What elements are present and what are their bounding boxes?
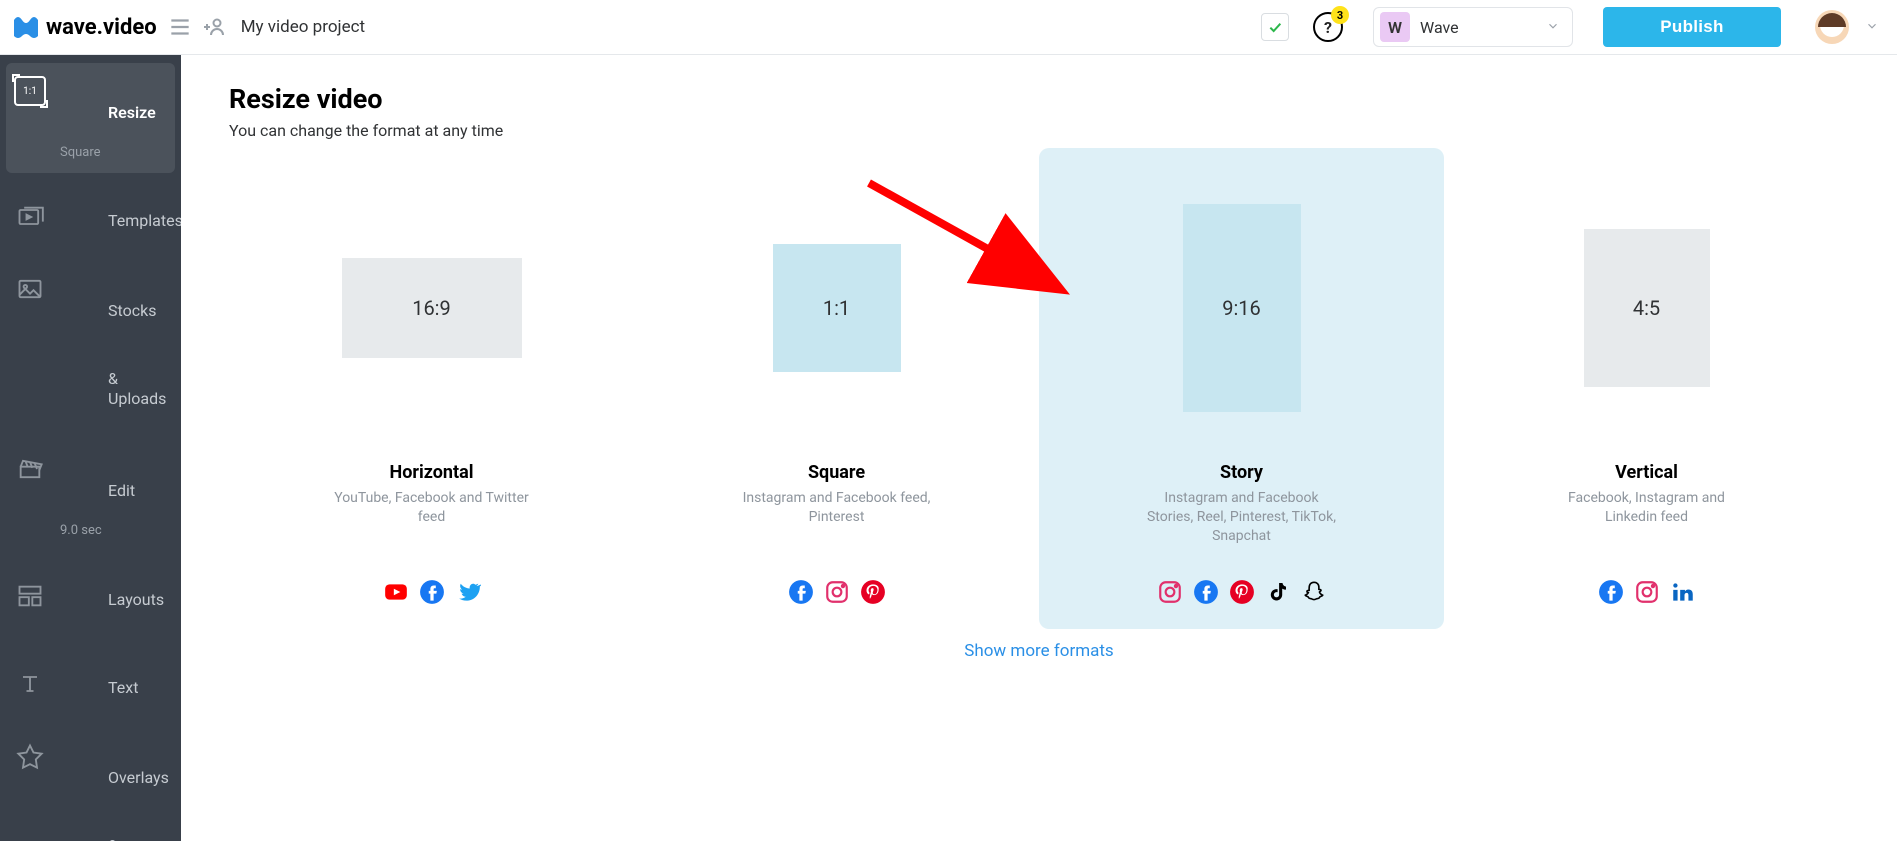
instagram-icon xyxy=(1157,579,1183,605)
sidebar-item-resize[interactable]: 1:1 Resize Square xyxy=(6,63,175,173)
help-notification-count: 3 xyxy=(1331,6,1349,24)
tiktok-icon xyxy=(1265,579,1291,605)
layouts-icon xyxy=(14,580,46,612)
sidebar-item-templates[interactable]: Templates xyxy=(0,173,181,261)
sidebar-item-label2: & Stickers xyxy=(60,808,181,841)
sidebar: 1:1 Resize Square Templates Stocks & Upl… xyxy=(0,55,181,841)
format-card-vertical[interactable]: 4:5 Vertical Facebook, Instagram and Lin… xyxy=(1444,148,1849,629)
chevron-down-icon xyxy=(1546,18,1560,37)
format-description: Instagram and Facebook Stories, Reel, Pi… xyxy=(1142,489,1342,543)
text-icon xyxy=(14,668,46,700)
social-icons xyxy=(1598,579,1696,605)
sidebar-item-sublabel: 9.0 sec xyxy=(60,523,181,539)
instagram-icon xyxy=(1634,579,1660,605)
sidebar-item-edit[interactable]: Edit 9.0 sec xyxy=(0,441,181,551)
page-subtitle: You can change the format at any time xyxy=(229,121,1849,140)
sidebar-item-label: Text xyxy=(60,650,181,718)
sidebar-item-label: Templates xyxy=(60,183,181,251)
format-description: Facebook, Instagram and Linkedin feed xyxy=(1547,489,1747,543)
format-title: Horizontal xyxy=(390,462,474,483)
page-title: Resize video xyxy=(229,83,1849,115)
app-header: wave.video My video project ? 3 W Wave P… xyxy=(0,0,1897,55)
sidebar-item-label: Edit xyxy=(60,453,181,521)
star-icon xyxy=(14,740,46,772)
templates-icon xyxy=(14,201,46,233)
sidebar-item-label: Stocks xyxy=(60,273,181,341)
format-description: Instagram and Facebook feed, Pinterest xyxy=(737,489,937,543)
format-card-square[interactable]: 1:1 Square Instagram and Facebook feed, … xyxy=(634,148,1039,629)
project-name[interactable]: My video project xyxy=(241,17,365,37)
format-card-horizontal[interactable]: 16:9 Horizontal YouTube, Facebook and Tw… xyxy=(229,148,634,629)
facebook-icon xyxy=(1598,579,1624,605)
sidebar-item-label: Layouts xyxy=(60,562,181,630)
show-more-formats[interactable]: Show more formats xyxy=(229,641,1849,661)
wave-logo-icon xyxy=(12,14,42,40)
sidebar-item-overlays-stickers[interactable]: Overlays & Stickers xyxy=(0,728,181,841)
user-menu-chevron-icon[interactable] xyxy=(1865,18,1879,37)
facebook-icon xyxy=(1193,579,1219,605)
social-icons xyxy=(788,579,886,605)
format-title: Square xyxy=(808,462,865,483)
sidebar-item-layouts[interactable]: Layouts xyxy=(0,552,181,640)
sidebar-item-label: Resize xyxy=(60,75,181,143)
format-cards: 16:9 Horizontal YouTube, Facebook and Tw… xyxy=(229,148,1849,629)
show-more-link[interactable]: Show more formats xyxy=(964,641,1113,661)
aspect-preview: 16:9 xyxy=(342,258,522,358)
image-icon xyxy=(14,273,46,305)
clapper-icon xyxy=(14,453,46,485)
sidebar-item-label: Overlays xyxy=(60,740,181,808)
publish-button[interactable]: Publish xyxy=(1603,7,1781,47)
pinterest-icon xyxy=(1229,579,1255,605)
status-saved-icon[interactable] xyxy=(1261,13,1289,41)
sidebar-item-stocks-uploads[interactable]: Stocks & Uploads xyxy=(0,261,181,441)
format-title: Vertical xyxy=(1615,462,1678,483)
sidebar-item-text[interactable]: Text xyxy=(0,640,181,728)
resize-icon: 1:1 xyxy=(14,75,46,107)
main-content: Resize video You can change the format a… xyxy=(181,55,1897,841)
aspect-preview: 9:16 xyxy=(1183,204,1301,412)
workspace-selector[interactable]: W Wave xyxy=(1373,7,1573,47)
twitter-icon xyxy=(455,579,481,605)
workspace-initial: W xyxy=(1380,12,1410,42)
sidebar-item-label2: & Uploads xyxy=(60,341,181,429)
facebook-icon xyxy=(419,579,445,605)
instagram-icon xyxy=(824,579,850,605)
linkedin-icon xyxy=(1670,579,1696,605)
youtube-icon xyxy=(383,579,409,605)
format-card-story[interactable]: 9:16 Story Instagram and Facebook Storie… xyxy=(1039,148,1444,629)
pinterest-icon xyxy=(860,579,886,605)
help-button[interactable]: ? 3 xyxy=(1311,10,1345,44)
brand-text: wave.video xyxy=(46,15,157,40)
menu-icon[interactable] xyxy=(167,14,193,40)
user-avatar[interactable] xyxy=(1815,10,1849,44)
format-title: Story xyxy=(1220,462,1263,483)
workspace-name: Wave xyxy=(1420,18,1536,37)
sidebar-item-sublabel: Square xyxy=(60,145,181,161)
social-icons xyxy=(383,579,481,605)
format-description: YouTube, Facebook and Twitter feed xyxy=(332,489,532,543)
social-icons xyxy=(1157,579,1327,605)
add-collaborator-icon[interactable] xyxy=(203,15,227,39)
aspect-preview: 1:1 xyxy=(773,244,901,372)
snapchat-icon xyxy=(1301,579,1327,605)
brand-logo[interactable]: wave.video xyxy=(12,14,157,40)
aspect-preview: 4:5 xyxy=(1584,229,1710,387)
facebook-icon xyxy=(788,579,814,605)
